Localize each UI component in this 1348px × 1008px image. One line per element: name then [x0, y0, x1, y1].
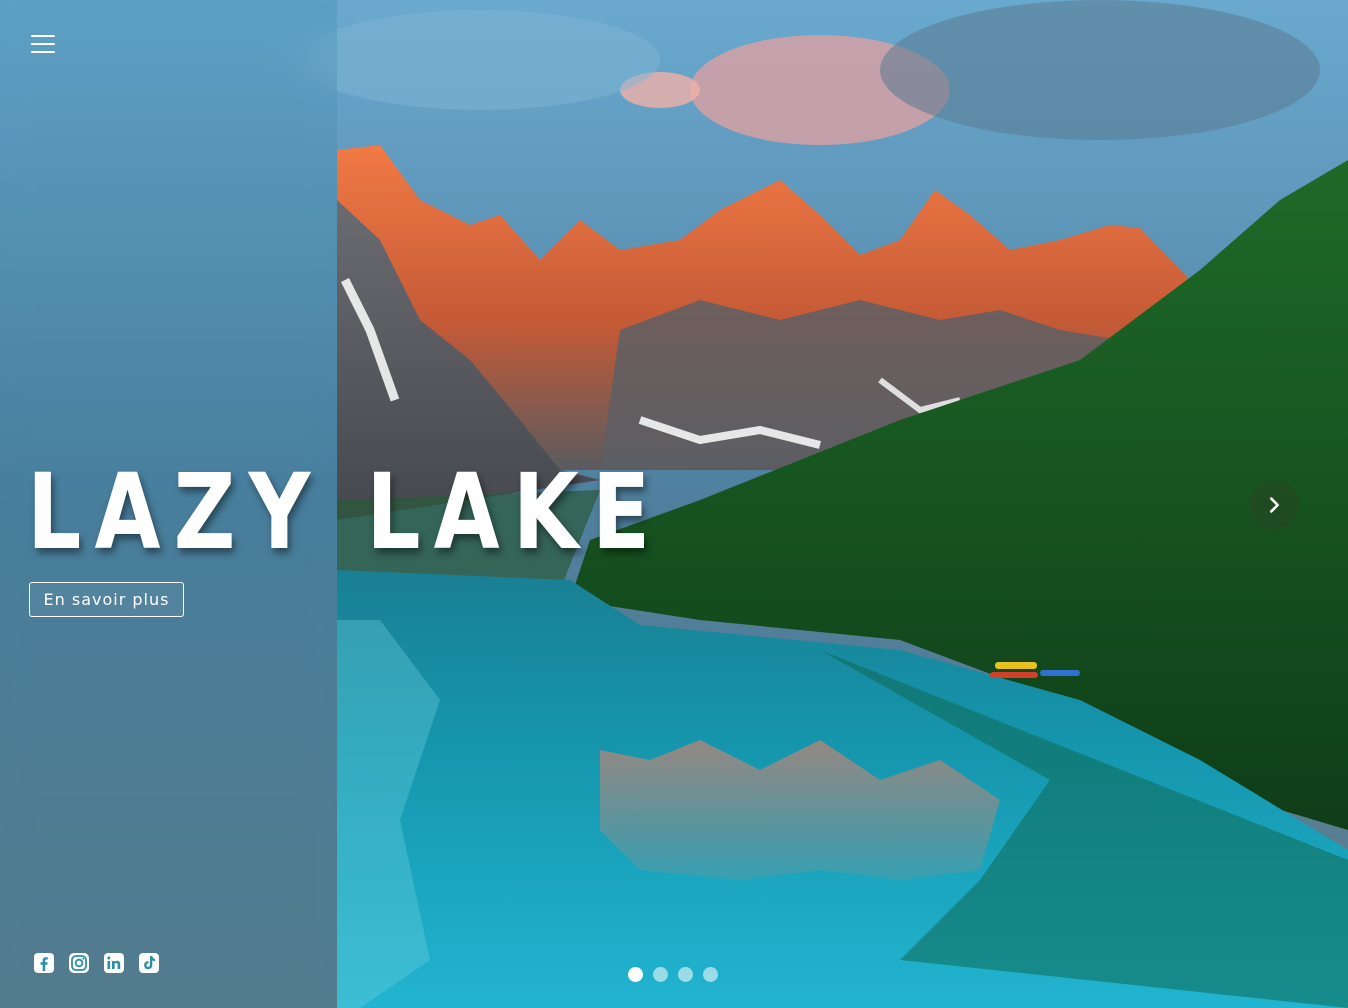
- carousel-dot[interactable]: [678, 967, 693, 982]
- carousel-pagination: [628, 967, 718, 982]
- carousel-dot[interactable]: [628, 967, 643, 982]
- instagram-icon[interactable]: [67, 951, 91, 975]
- linkedin-icon[interactable]: [102, 951, 126, 975]
- menu-line: [31, 43, 55, 45]
- carousel-dot[interactable]: [653, 967, 668, 982]
- chevron-right-icon: [1269, 497, 1279, 513]
- menu-line: [31, 51, 55, 53]
- hamburger-menu-icon[interactable]: [31, 32, 57, 56]
- social-links: [32, 951, 161, 975]
- facebook-icon[interactable]: [32, 951, 56, 975]
- learn-more-button[interactable]: En savoir plus: [29, 582, 184, 617]
- hero-title: LAZY LAKE: [27, 451, 664, 573]
- carousel-dot[interactable]: [703, 967, 718, 982]
- menu-line: [31, 35, 55, 37]
- next-slide-button[interactable]: [1249, 480, 1299, 530]
- tiktok-icon[interactable]: [137, 951, 161, 975]
